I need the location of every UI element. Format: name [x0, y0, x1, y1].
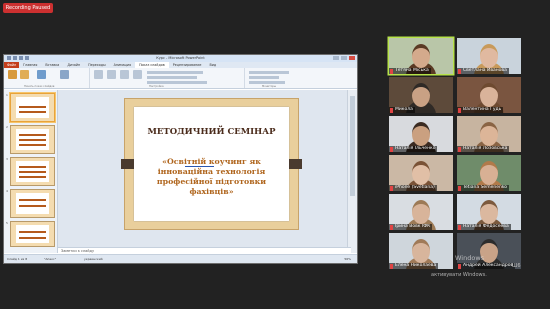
slide-thumbnail[interactable]	[10, 157, 55, 186]
muted-mic-icon	[390, 186, 393, 191]
slide-editing-area: МЕТОДИЧНИЙ СЕМІНАР «Освітній коучинг як …	[58, 90, 348, 247]
slide-decor-bar-right	[289, 159, 302, 169]
current-slide[interactable]: МЕТОДИЧНИЙ СЕМІНАР «Освітній коучинг як …	[121, 98, 302, 230]
slide-thumbnail[interactable]	[10, 189, 55, 218]
language-indicator[interactable]: украинский	[84, 255, 103, 263]
participant-tile[interactable]: Наталія Федосеева	[457, 194, 521, 230]
participant-tile[interactable]: Ірина Вовк ІФК	[389, 194, 453, 230]
participant-face	[480, 200, 498, 224]
participant-face	[412, 122, 430, 146]
participant-name: Tetiana Semenenko	[457, 185, 510, 191]
vertical-scrollbar[interactable]	[347, 90, 357, 253]
scrollbar-thumb[interactable]	[350, 96, 355, 196]
participant-face	[480, 83, 498, 107]
slide-thumbnail-pane: 1 2 3 4 5	[4, 90, 58, 253]
muted-mic-icon	[458, 225, 461, 230]
thumbnail-number: 4	[6, 189, 8, 193]
participant-name: Ірина Вовк ІФК	[389, 224, 433, 230]
ribbon-group-start: Начать показ слайдов	[4, 68, 90, 88]
participant-face	[412, 44, 430, 68]
theme-name: "Апекс"	[44, 257, 57, 261]
ribbon-group-label: Мониторы	[262, 85, 276, 88]
notes-pane[interactable]: Заметки к слайду	[58, 247, 351, 254]
participant-tile[interactable]: iPhone (Svetlana)	[389, 155, 453, 191]
participant-name: Светлана Иванова	[457, 68, 509, 74]
window-buttons	[333, 56, 355, 60]
windows-watermark: Windows	[455, 254, 485, 262]
windows-activation-text: активувати Windows.	[431, 272, 487, 278]
ribbon-group-label: Настройка	[149, 85, 164, 88]
ribbon: Начать показ слайдов Настройка Мониторы	[4, 68, 357, 89]
participant-tile[interactable]: Tetiana Semenenko	[457, 155, 521, 191]
slide-thumbnail[interactable]	[10, 93, 55, 122]
participant-name: Елена Николаева	[389, 263, 439, 269]
participant-name: Тетяна Міська	[389, 68, 431, 74]
truncated-label: Ш6	[512, 263, 521, 269]
muted-mic-icon	[458, 69, 461, 74]
recording-paused-badge[interactable]: Recording Paused	[3, 3, 53, 13]
thumbnail-number: 1	[6, 93, 8, 97]
participant-tile[interactable]: Тетяна Міська	[389, 38, 453, 74]
slide-body-text: «Освітній коучинг як інноваційна техноло…	[156, 157, 267, 196]
participant-tile[interactable]: Наталія Лозовська	[457, 116, 521, 152]
participant-face	[412, 239, 430, 263]
participant-face	[480, 122, 498, 146]
participant-face	[412, 83, 430, 107]
slide-title: МЕТОДИЧНИЙ СЕМІНАР	[147, 127, 276, 137]
participant-name: Наталія Ільченко	[389, 146, 438, 152]
participant-name: Наталія Федосеева	[457, 224, 511, 230]
maximize-icon[interactable]	[341, 56, 347, 60]
ribbon-group-label: Начать показ слайдов	[24, 85, 55, 88]
muted-mic-icon	[390, 147, 393, 152]
slide-thumbnail[interactable]	[10, 125, 55, 154]
participant-gallery: Тетяна Міська Светлана Иванова Микола Вален…	[389, 38, 524, 270]
muted-mic-icon	[390, 69, 393, 74]
participant-tile[interactable]: Светлана Иванова	[457, 38, 521, 74]
participant-face	[412, 200, 430, 224]
muted-mic-icon	[458, 147, 461, 152]
window-title: Курс - Microsoft PowerPoint	[156, 56, 205, 60]
ribbon-group-monitors: Мониторы	[244, 68, 304, 88]
thumbnail-number: 5	[6, 221, 8, 225]
slide-decor-bar-left	[121, 159, 134, 169]
slide-thumbnail[interactable]	[10, 221, 55, 247]
muted-mic-icon	[390, 108, 393, 113]
participant-name: Андрей Александров	[457, 263, 516, 269]
participant-tile[interactable]: Елена Николаева	[389, 233, 453, 269]
muted-mic-icon	[458, 186, 461, 191]
participant-face	[412, 161, 430, 185]
participant-face	[480, 161, 498, 185]
participant-tile[interactable]: Наталія Ільченко	[389, 116, 453, 152]
muted-mic-icon	[458, 108, 461, 113]
slide-paper: МЕТОДИЧНИЙ СЕМІНАР «Освітній коучинг як …	[134, 107, 289, 221]
muted-mic-icon	[390, 225, 393, 230]
participant-face	[480, 44, 498, 68]
powerpoint-window: Курс - Microsoft PowerPoint Файл Главная…	[3, 54, 358, 264]
slide-counter: Слайд 1 из 8	[7, 257, 28, 261]
participant-name: Наталія Лозовська	[457, 146, 510, 152]
participant-name: Валентина Гудь	[457, 107, 504, 113]
close-icon[interactable]	[349, 56, 355, 60]
minimize-icon[interactable]	[333, 56, 339, 60]
thumbnail-number: 3	[6, 157, 8, 161]
participant-tile[interactable]: Микола	[389, 77, 453, 113]
status-bar: Слайд 1 из 8 "Апекс" украинский 56%	[4, 254, 357, 263]
participant-tile[interactable]: Валентина Гудь	[457, 77, 521, 113]
muted-mic-icon	[390, 264, 393, 269]
spellcheck-underline	[185, 166, 214, 167]
participant-name: iPhone (Svetlana)	[389, 185, 437, 191]
window-titlebar: Курс - Microsoft PowerPoint	[4, 55, 357, 62]
ribbon-group-setup: Настройка	[89, 68, 245, 88]
muted-mic-icon	[458, 264, 461, 269]
zoom-level[interactable]: 56%	[344, 255, 351, 263]
thumbnail-number: 2	[6, 125, 8, 129]
